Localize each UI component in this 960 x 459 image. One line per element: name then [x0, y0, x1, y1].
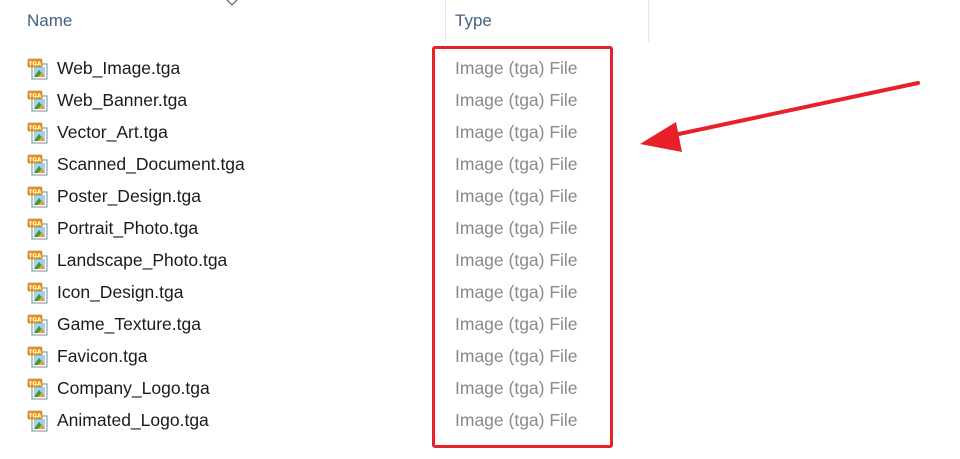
chevron-down-icon[interactable] [225, 0, 239, 8]
column-divider[interactable] [648, 0, 649, 42]
tga-image-file-icon: TGA [27, 282, 48, 304]
file-name[interactable]: Icon_Design.tga [57, 276, 183, 308]
tga-image-file-icon: TGA [27, 218, 48, 240]
file-name[interactable]: Animated_Logo.tga [57, 404, 209, 436]
tga-icon-label: TGA [29, 189, 42, 195]
column-divider[interactable] [445, 0, 446, 42]
annotation-highlight-box [432, 46, 613, 448]
tga-icon-label: TGA [29, 317, 42, 323]
file-name[interactable]: Favicon.tga [57, 340, 147, 372]
tga-icon-label: TGA [29, 125, 42, 131]
tga-icon-label: TGA [29, 349, 42, 355]
file-name[interactable]: Portrait_Photo.tga [57, 212, 198, 244]
file-name[interactable]: Game_Texture.tga [57, 308, 201, 340]
tga-icon-label: TGA [29, 413, 42, 419]
tga-image-file-icon: TGA [27, 250, 48, 272]
file-name[interactable]: Web_Image.tga [57, 52, 180, 84]
file-name[interactable]: Landscape_Photo.tga [57, 244, 227, 276]
column-header-type[interactable]: Type [455, 0, 645, 42]
tga-icon-label: TGA [29, 61, 42, 67]
file-name[interactable]: Vector_Art.tga [57, 116, 168, 148]
file-name[interactable]: Poster_Design.tga [57, 180, 201, 212]
file-name[interactable]: Web_Banner.tga [57, 84, 187, 116]
file-name[interactable]: Company_Logo.tga [57, 372, 210, 404]
tga-icon-label: TGA [29, 93, 42, 99]
tga-icon-label: TGA [29, 157, 42, 163]
column-header-bar: Name Type [0, 0, 650, 42]
tga-image-file-icon: TGA [27, 186, 48, 208]
tga-icon-label: TGA [29, 285, 42, 291]
tga-icon-label: TGA [29, 381, 42, 387]
tga-image-file-icon: TGA [27, 90, 48, 112]
annotation-arrow-icon [640, 81, 920, 152]
file-name[interactable]: Scanned_Document.tga [57, 148, 245, 180]
tga-image-file-icon: TGA [27, 410, 48, 432]
tga-image-file-icon: TGA [27, 378, 48, 400]
tga-image-file-icon: TGA [27, 346, 48, 368]
tga-icon-label: TGA [29, 221, 42, 227]
tga-image-file-icon: TGA [27, 122, 48, 144]
tga-image-file-icon: TGA [27, 154, 48, 176]
tga-image-file-icon: TGA [27, 58, 48, 80]
tga-icon-label: TGA [29, 253, 42, 259]
tga-image-file-icon: TGA [27, 314, 48, 336]
